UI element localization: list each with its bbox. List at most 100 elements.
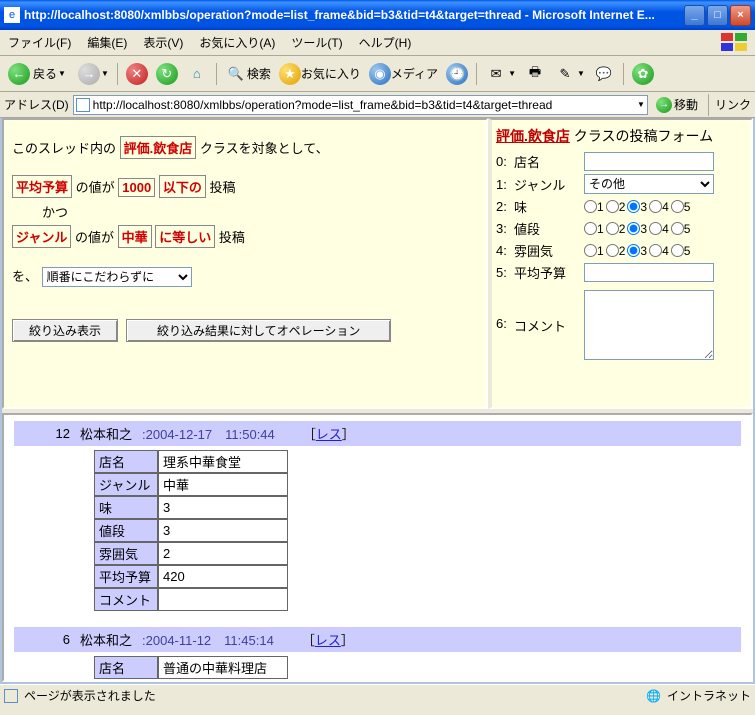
radio-2[interactable] [606,200,619,213]
stop-button[interactable]: ✕ [124,62,150,86]
close-button[interactable]: × [730,5,751,26]
discuss-button[interactable]: 💬 [591,62,617,86]
op-eq: に等しい [155,225,215,248]
post-body: 店名普通の中華料理店 [14,652,741,682]
cell-value: 普通の中華料理店 [158,656,288,679]
post-author: 松本和之 [80,630,132,649]
radio-2[interactable] [606,222,619,235]
chevron-down-icon[interactable]: ▼ [637,100,645,109]
radio-2[interactable] [606,244,619,257]
maximize-button[interactable]: □ [707,5,728,26]
table-row: 店名理系中華食堂 [94,450,288,473]
radio-1[interactable] [584,244,597,257]
row-idx: 5: [496,265,514,280]
text: 投稿 [209,180,235,195]
comment-textarea[interactable] [584,290,714,360]
filter-show-button[interactable]: 絞り込み表示 [12,319,118,342]
menubar: ファイル(F) 編集(E) 表示(V) お気に入り(A) ツール(T) ヘルプ(… [0,30,755,56]
refresh-icon: ↻ [156,63,178,85]
menu-edit[interactable]: 編集(E) [85,32,129,53]
radio-5[interactable] [671,222,684,235]
row-label: コメント [514,316,584,335]
home-button[interactable]: ⌂ [184,62,210,86]
menu-favorites[interactable]: お気に入り(A) [197,32,277,53]
post-res-bracket: ［レス］ [303,424,355,443]
table-row: 平均予算420 [94,565,288,588]
results-panel: 12松本和之:2004-12-17 11:50:44［レス］店名理系中華食堂ジャ… [2,413,753,682]
history-button[interactable]: 🕘 [444,62,470,86]
menu-tools[interactable]: ツール(T) [289,32,344,53]
menu-file[interactable]: ファイル(F) [6,32,73,53]
media-icon: ◉ [369,63,391,85]
row-label: 味 [514,197,584,216]
row-idx: 1: [496,177,514,192]
reply-link[interactable]: レス [315,633,341,648]
cell-value: 理系中華食堂 [158,450,288,473]
cell-key: 平均予算 [94,565,158,588]
address-label: アドレス(D) [4,96,69,113]
search-icon: 🔍 [225,63,247,85]
filter-operation-button[interactable]: 絞り込み結果に対してオペレーション [126,319,391,342]
cell-key: 値段 [94,519,158,542]
radio-3[interactable] [627,222,640,235]
radio-3[interactable] [627,200,640,213]
status-text: ページが表示されました [24,687,156,704]
menu-view[interactable]: 表示(V) [141,32,185,53]
row-label: ジャンル [514,175,584,194]
table-row: 店名普通の中華料理店 [94,656,288,679]
print-button[interactable]: 🖶 [522,62,548,86]
radio-5[interactable] [671,244,684,257]
mail-button[interactable]: ✉▼ [483,62,518,86]
reply-link[interactable]: レス [316,427,342,442]
discuss-icon: 💬 [593,63,615,85]
post-header: 6松本和之:2004-11-12 11:45:14［レス］ [14,627,741,652]
radio-1[interactable] [584,200,597,213]
address-input[interactable]: http://localhost:8080/xmlbbs/operation?m… [73,95,648,115]
radio-4[interactable] [649,244,662,257]
row-idx: 2: [496,199,514,214]
favorites-button[interactable]: ★お気に入り [277,62,363,86]
radio-4[interactable] [649,200,662,213]
search-button[interactable]: 🔍検索 [223,62,273,86]
edit-button[interactable]: ✎▼ [552,62,587,86]
radio-5[interactable] [671,200,684,213]
budget-input[interactable] [584,263,714,282]
flower-icon: ✿ [632,63,654,85]
post-number: 12 [20,426,70,441]
cell-key: コメント [94,588,158,611]
shop-name-input[interactable] [584,152,714,171]
go-button[interactable]: → 移動 [652,96,702,113]
row-idx: 4: [496,243,514,258]
value-1000: 1000 [118,178,155,197]
page-icon [76,98,90,112]
edit-icon: ✎ [554,63,576,85]
refresh-button[interactable]: ↻ [154,62,180,86]
forward-button[interactable]: → ▼ [76,62,111,86]
cell-value: 2 [158,542,288,565]
table-row: 雰囲気2 [94,542,288,565]
post-number: 6 [20,632,70,647]
chevron-down-icon: ▼ [101,69,109,78]
text: このスレッド内の [12,141,116,156]
icq-button[interactable]: ✿ [630,62,656,86]
back-button[interactable]: ← 戻る ▼ [6,62,72,86]
address-url: http://localhost:8080/xmlbbs/operation?m… [93,98,553,112]
radio-3[interactable] [627,244,640,257]
media-button[interactable]: ◉メディア [367,62,440,86]
genre-select[interactable]: その他 [584,174,714,194]
go-icon: → [656,97,672,113]
chevron-down-icon: ▼ [58,69,66,78]
search-label: 検索 [247,65,271,82]
post-body: 店名理系中華食堂ジャンル中華味3値段3雰囲気2平均予算420コメント [14,446,741,621]
minimize-button[interactable]: _ [684,5,705,26]
post-table: 店名普通の中華料理店 [94,656,288,679]
radio-1[interactable] [584,222,597,235]
mail-icon: ✉ [485,63,507,85]
chevron-down-icon: ▼ [577,69,585,78]
links-label[interactable]: リンク [715,96,751,113]
value-chinese: 中華 [118,225,152,248]
menu-help[interactable]: ヘルプ(H) [357,32,414,53]
radio-4[interactable] [649,222,662,235]
class-name: 評価.飲食店 [120,136,197,159]
sort-select[interactable]: 順番にこだわらずに [42,267,192,287]
